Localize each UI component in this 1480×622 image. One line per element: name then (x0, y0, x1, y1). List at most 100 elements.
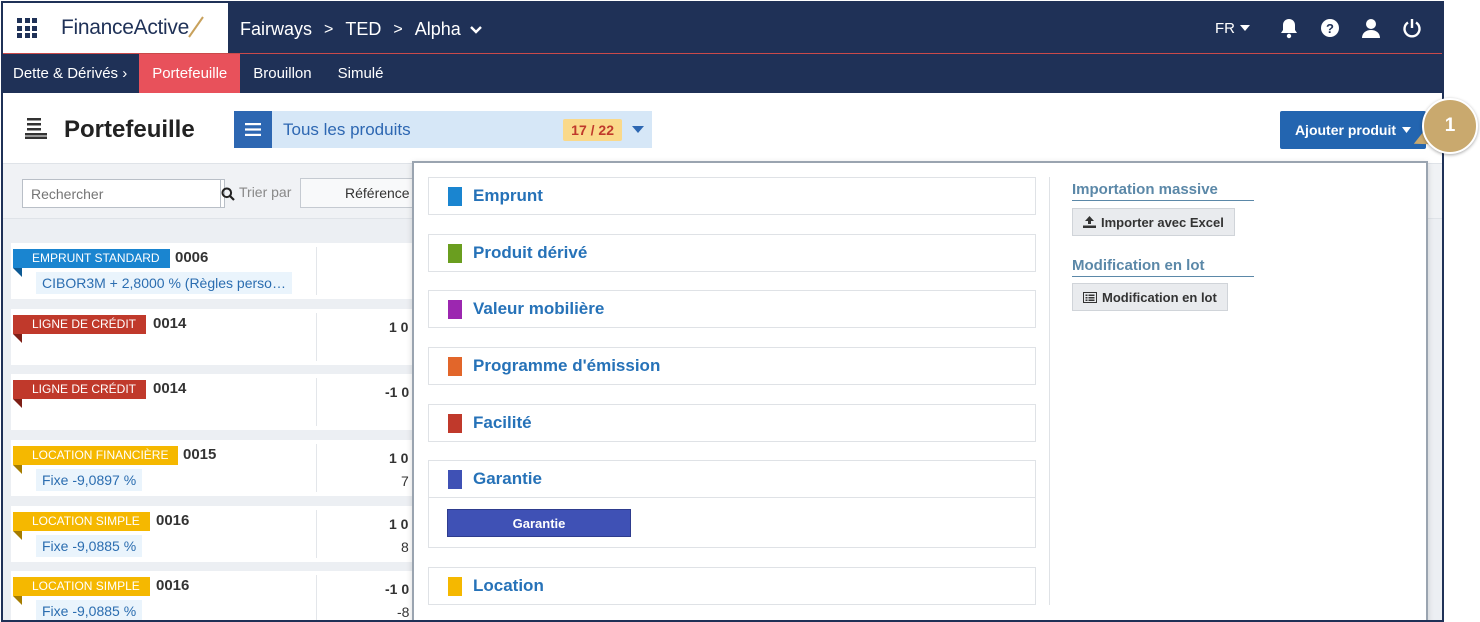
product-number: 0014 (153, 380, 187, 397)
logo-text: FinanceActive (61, 16, 189, 39)
row-divider (316, 510, 317, 558)
product-sub-value: 7 (401, 473, 409, 489)
product-number: 0006 (175, 249, 209, 266)
menu-item-label: Facilité (473, 413, 532, 432)
add-product-button[interactable]: Ajouter produit (1280, 111, 1426, 149)
color-swatch (448, 414, 462, 433)
product-filter-dropdown[interactable]: Tous les produits 17 / 22 (234, 111, 652, 148)
main-nav: Dette & Dérivés › Portefeuille Brouillon… (3, 54, 1442, 93)
color-swatch (448, 577, 462, 596)
chevron-right-icon: > (324, 20, 334, 38)
list-item[interactable]: LOCATION SIMPLE 0016 Fixe -9,0885 % -1 0… (11, 571, 431, 620)
product-number: 0016 (156, 512, 190, 529)
batch-edit-label: Modification en lot (1102, 289, 1217, 305)
list-item[interactable]: EMPRUNT STANDARD 0006 CIBOR3M + 2,8000 %… (11, 243, 431, 299)
batch-edit-button[interactable]: Modification en lot (1072, 283, 1228, 311)
breadcrumb-item-ted[interactable]: TED (345, 19, 381, 40)
import-section-title: Importation massive (1072, 181, 1254, 201)
product-number: 0014 (153, 315, 187, 332)
product-amount: -1 0 (385, 581, 410, 597)
search-box (22, 179, 235, 208)
color-swatch (448, 300, 462, 319)
add-product-menu: Emprunt Produit dérivé Valeur mobilière … (412, 161, 1428, 620)
product-type-tag: EMPRUNT STANDARD (13, 249, 170, 268)
bell-icon[interactable] (1278, 17, 1300, 39)
row-divider (316, 444, 317, 492)
list-alt-icon (1083, 291, 1097, 303)
menu-divider (1049, 177, 1050, 605)
color-swatch (448, 470, 462, 489)
search-input[interactable] (23, 180, 220, 207)
menu-item-valeur-mobiliere[interactable]: Valeur mobilière (428, 290, 1036, 328)
chevron-right-icon: > (393, 20, 403, 38)
list-item[interactable]: LOCATION SIMPLE 0016 Fixe -9,0885 % 1 0 … (11, 506, 431, 562)
product-amount: 1 0 (389, 319, 409, 335)
menu-item-label: Valeur mobilière (473, 299, 605, 318)
upload-icon (1083, 216, 1096, 228)
menu-item-garantie[interactable]: Garantie (428, 460, 1036, 498)
list-item[interactable]: LOCATION FINANCIÈRE 0015 Fixe -9,0897 % … (11, 440, 431, 496)
tag-fold (13, 596, 22, 605)
tag-fold (13, 465, 22, 474)
menu-item-label: Emprunt (473, 186, 543, 205)
list-item[interactable]: LIGNE DE CRÉDIT 0014 -1 0 (11, 374, 431, 430)
tag-fold (13, 531, 22, 540)
import-excel-label: Importer avec Excel (1101, 214, 1224, 230)
language-select[interactable]: FR (1215, 20, 1250, 37)
product-rate: CIBOR3M + 2,8000 % (Règles perso… (36, 272, 292, 294)
logo-slash-icon (188, 16, 204, 38)
menu-item-label: Produit dérivé (473, 243, 588, 262)
product-type-tag: LIGNE DE CRÉDIT (13, 315, 147, 334)
sort-select[interactable]: Référence (300, 178, 430, 208)
menu-item-label: Programme d'émission (473, 356, 661, 375)
product-rate: Fixe -9,0897 % (36, 469, 143, 491)
import-excel-button[interactable]: Importer avec Excel (1072, 208, 1235, 236)
filter-label: Tous les produits (283, 119, 411, 139)
app-grid-icon[interactable] (17, 18, 37, 38)
user-icon[interactable] (1360, 17, 1382, 39)
callout-badge: 1 (1422, 98, 1478, 154)
menu-item-emprunt[interactable]: Emprunt (428, 177, 1036, 215)
color-swatch (448, 244, 462, 263)
batch-section-title: Modification en lot (1072, 257, 1254, 277)
product-rate: Fixe -9,0885 % (36, 535, 143, 557)
tag-fold (13, 268, 22, 277)
caret-down-icon[interactable] (628, 120, 648, 140)
page-header: Portefeuille Tous les produits 17 / 22 A… (3, 93, 1442, 163)
logo-area: FinanceActive (3, 3, 228, 53)
product-type-tag: LOCATION SIMPLE (13, 512, 150, 531)
garantie-button[interactable]: Garantie (447, 509, 631, 537)
product-sub-value: -8 (397, 604, 410, 620)
help-icon[interactable]: ? (1319, 17, 1341, 39)
product-type-tag: LOCATION FINANCIÈRE (13, 446, 179, 465)
tab-simule[interactable]: Simulé (325, 54, 397, 93)
menu-item-location[interactable]: Location (428, 567, 1036, 605)
color-swatch (448, 187, 462, 206)
menu-item-produit-derive[interactable]: Produit dérivé (428, 234, 1036, 272)
menu-item-programme-emission[interactable]: Programme d'émission (428, 347, 1036, 385)
garantie-submenu: Garantie (428, 497, 1036, 548)
product-amount: -1 0 (385, 384, 410, 400)
menu-item-facilite[interactable]: Facilité (428, 404, 1036, 442)
breadcrumb-item-alpha[interactable]: Alpha (415, 19, 461, 40)
menu-icon[interactable] (234, 111, 272, 148)
row-divider (316, 575, 317, 620)
svg-text:?: ? (1326, 21, 1334, 36)
menu-item-label: Garantie (473, 469, 542, 488)
app-window: FinanceActive Fairways > TED > Alpha FR … (1, 1, 1444, 622)
language-label: FR (1215, 19, 1235, 37)
product-amount: 1 0 (389, 516, 409, 532)
search-icon[interactable] (220, 180, 235, 207)
menu-item-label: Location (473, 576, 544, 595)
list-item[interactable]: LIGNE DE CRÉDIT 0014 1 0 (11, 309, 431, 365)
chevron-down-icon[interactable] (469, 23, 483, 37)
tag-fold (13, 399, 22, 408)
filter-count-badge: 17 / 22 (563, 118, 622, 141)
product-sub-value: 8 (401, 539, 409, 555)
nav-section-dette[interactable]: Dette & Dérivés › (3, 54, 139, 93)
power-icon[interactable] (1401, 17, 1423, 39)
top-right-controls: FR ? (1215, 3, 1442, 53)
breadcrumb-item-fairways[interactable]: Fairways (240, 19, 312, 40)
tab-portefeuille[interactable]: Portefeuille (139, 54, 241, 93)
tab-brouillon[interactable]: Brouillon (240, 54, 324, 93)
